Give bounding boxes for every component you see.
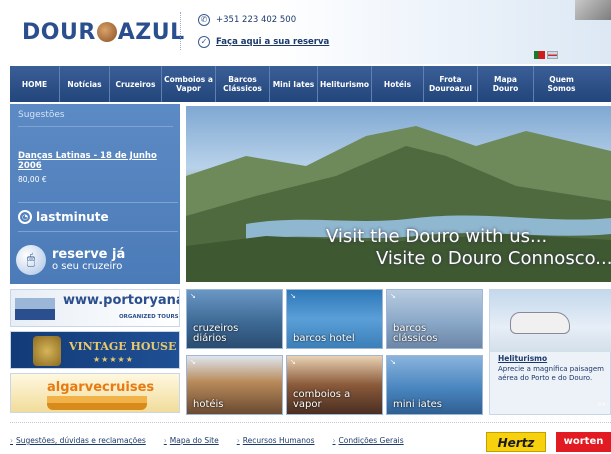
tile-comboios-a-vapor[interactable]: ↘ comboios a vapor: [286, 355, 383, 415]
nav-item-cruzeiros[interactable]: Cruzeiros: [110, 66, 162, 102]
corner-arrow-icon: ↘: [390, 358, 396, 366]
language-switcher: [534, 51, 558, 59]
footer-link-label: Condições Gerais: [338, 436, 404, 445]
flag-en-icon[interactable]: [547, 51, 558, 59]
reserve-link[interactable]: Faça aqui a sua reserva: [216, 37, 329, 47]
corner-arrow-icon: ↘: [390, 292, 396, 300]
portoryanair-logo: www.portoryanair.com: [63, 293, 179, 308]
nav-item-heliturismo[interactable]: Heliturismo: [318, 66, 372, 102]
footer-link-label: Mapa do Site: [169, 436, 219, 445]
phone-icon: ✆: [198, 14, 210, 26]
footer-link-condicoes-gerais[interactable]: › Condições Gerais: [333, 436, 404, 445]
partner-portoryanair[interactable]: www.portoryanair.com ORGANIZED TOURS: [10, 289, 180, 327]
more-arrow-icon[interactable]: »»: [597, 400, 606, 408]
hero-banner: Visit the Douro with us... Visite o Dour…: [186, 106, 611, 282]
worten-logo[interactable]: worten: [556, 432, 611, 452]
contact-phone: ✆ +351 223 402 500: [198, 14, 296, 26]
reserve-line2: o seu cruzeiro: [52, 261, 123, 272]
partner-algarvecruises[interactable]: algarvecruises: [10, 373, 180, 413]
nav-item-mapa-douro[interactable]: Mapa Douro: [478, 66, 534, 102]
nav-item-home[interactable]: HOME: [10, 66, 60, 102]
lastminute-icon: ◔: [18, 210, 32, 224]
arrow-icon: ›: [332, 436, 336, 445]
douroazul-logo[interactable]: DOUR AZUL: [22, 20, 185, 45]
nav-item-barcos-classicos[interactable]: Barcos Clássicos: [216, 66, 270, 102]
tile-caption: hotéis: [193, 399, 224, 410]
arrow-icon: ›: [163, 436, 167, 445]
tile-hoteis[interactable]: ↘ hotéis: [186, 355, 283, 415]
arrow-icon: ›: [236, 436, 240, 445]
suggestions-title: Sugestões: [18, 110, 65, 120]
check-circle-icon: ✓: [198, 36, 210, 48]
header-divider: [180, 12, 181, 50]
portoryanair-subtitle: ORGANIZED TOURS: [119, 314, 179, 320]
suggestions-sidebar: Sugestões Danças Latinas - 18 de Junho 2…: [10, 104, 180, 284]
vintage-house-name: VINTAGE HOUSE: [69, 340, 177, 353]
hero-text-portuguese: Visite o Douro Connosco...: [376, 248, 611, 269]
nav-item-comboios-a-vapor[interactable]: Comboios a Vapor: [162, 66, 216, 102]
footer-link-label: Recursos Humanos: [242, 436, 315, 445]
tile-barcos-classicos[interactable]: ↘ barcos clássicos: [386, 289, 483, 349]
reserve-line1: reserve já: [52, 247, 126, 262]
logo-text-right: AZUL: [117, 20, 185, 45]
reserve-cruise-button[interactable]: 🖱 reserve já o seu cruzeiro: [10, 236, 180, 284]
logo-text-left: DOUR: [22, 20, 96, 45]
footer-link-label: Sugestões, dúvidas e reclamações: [16, 436, 146, 445]
tile-caption: cruzeiros diários: [193, 323, 239, 344]
contact-reserve: ✓ Faça aqui a sua reserva: [198, 36, 329, 48]
nav-item-frota-douroazul[interactable]: Frota Douroazul: [424, 66, 478, 102]
footer-link-recursos-humanos[interactable]: › Recursos Humanos: [237, 436, 315, 445]
logo-wine-icon: [96, 22, 117, 42]
tile-mini-iates[interactable]: ↘ mini iates: [386, 355, 483, 415]
mouse-icon: 🖱: [16, 245, 46, 275]
footer-link-sugestoes[interactable]: › Sugestões, dúvidas e reclamações: [10, 436, 146, 445]
phone-number: +351 223 402 500: [216, 15, 297, 25]
top-corner-photo: [575, 0, 611, 20]
tile-cruzeiros-diarios[interactable]: ↘ cruzeiros diários: [186, 289, 283, 349]
footer-divider: [10, 422, 611, 423]
arrow-icon: ›: [10, 436, 13, 445]
tile-caption: barcos hotel: [293, 333, 355, 344]
main-nav: HOME Notícias Cruzeiros Comboios a Vapor…: [10, 66, 611, 102]
boat-icon: [47, 396, 147, 410]
heliturismo-description: Aprecie a magnífica paisagem aérea do Po…: [498, 365, 604, 383]
suggestion-price: 80,00 €: [18, 175, 47, 184]
boat-icon: [15, 298, 55, 320]
corner-arrow-icon: ↘: [190, 292, 196, 300]
hertz-logo[interactable]: Hertz: [486, 432, 546, 452]
algarvecruises-logo: algarvecruises: [47, 380, 155, 395]
partner-vintage-house[interactable]: VINTAGE HOUSE ★★★★★: [10, 331, 180, 369]
suggestions-divider: [18, 126, 173, 127]
corner-arrow-icon: ↘: [290, 358, 296, 366]
tile-caption: comboios a vapor: [293, 389, 351, 410]
nav-item-quem-somos[interactable]: Quem Somos: [534, 66, 589, 102]
nav-item-hoteis[interactable]: Hotéis: [372, 66, 424, 102]
vintage-house-crest-icon: [33, 336, 61, 366]
corner-arrow-icon: ↘: [290, 292, 296, 300]
footer-links: › Sugestões, dúvidas e reclamações › Mapa …: [10, 436, 404, 445]
lastminute-label: lastminute: [36, 210, 109, 224]
lastminute-link[interactable]: ◔ lastminute: [18, 202, 178, 232]
heliturismo-card: Heliturismo Aprecie a magnífica paisagem…: [489, 289, 611, 415]
suggestion-event-link[interactable]: Danças Latinas - 18 de Junho 2006: [18, 151, 178, 171]
tile-barcos-hotel[interactable]: ↘ barcos hotel: [286, 289, 383, 349]
header: DOUR AZUL ✆ +351 223 402 500 ✓ Faça aqui …: [0, 0, 611, 64]
corner-arrow-icon: ↘: [190, 358, 196, 366]
footer-link-mapa-site[interactable]: › Mapa do Site: [164, 436, 219, 445]
helicopter-icon: [510, 312, 570, 334]
nav-item-mini-iates[interactable]: Mini Iates: [270, 66, 318, 102]
heliturismo-link[interactable]: Heliturismo: [498, 354, 547, 363]
tile-caption: barcos clássicos: [393, 323, 438, 344]
tile-caption: mini iates: [393, 399, 443, 410]
vintage-house-stars: ★★★★★: [93, 355, 134, 364]
helicopter-image: [490, 290, 611, 352]
nav-item-noticias[interactable]: Notícias: [60, 66, 110, 102]
flag-pt-icon[interactable]: [534, 51, 545, 59]
hero-text-english: Visit the Douro with us...: [326, 226, 548, 247]
